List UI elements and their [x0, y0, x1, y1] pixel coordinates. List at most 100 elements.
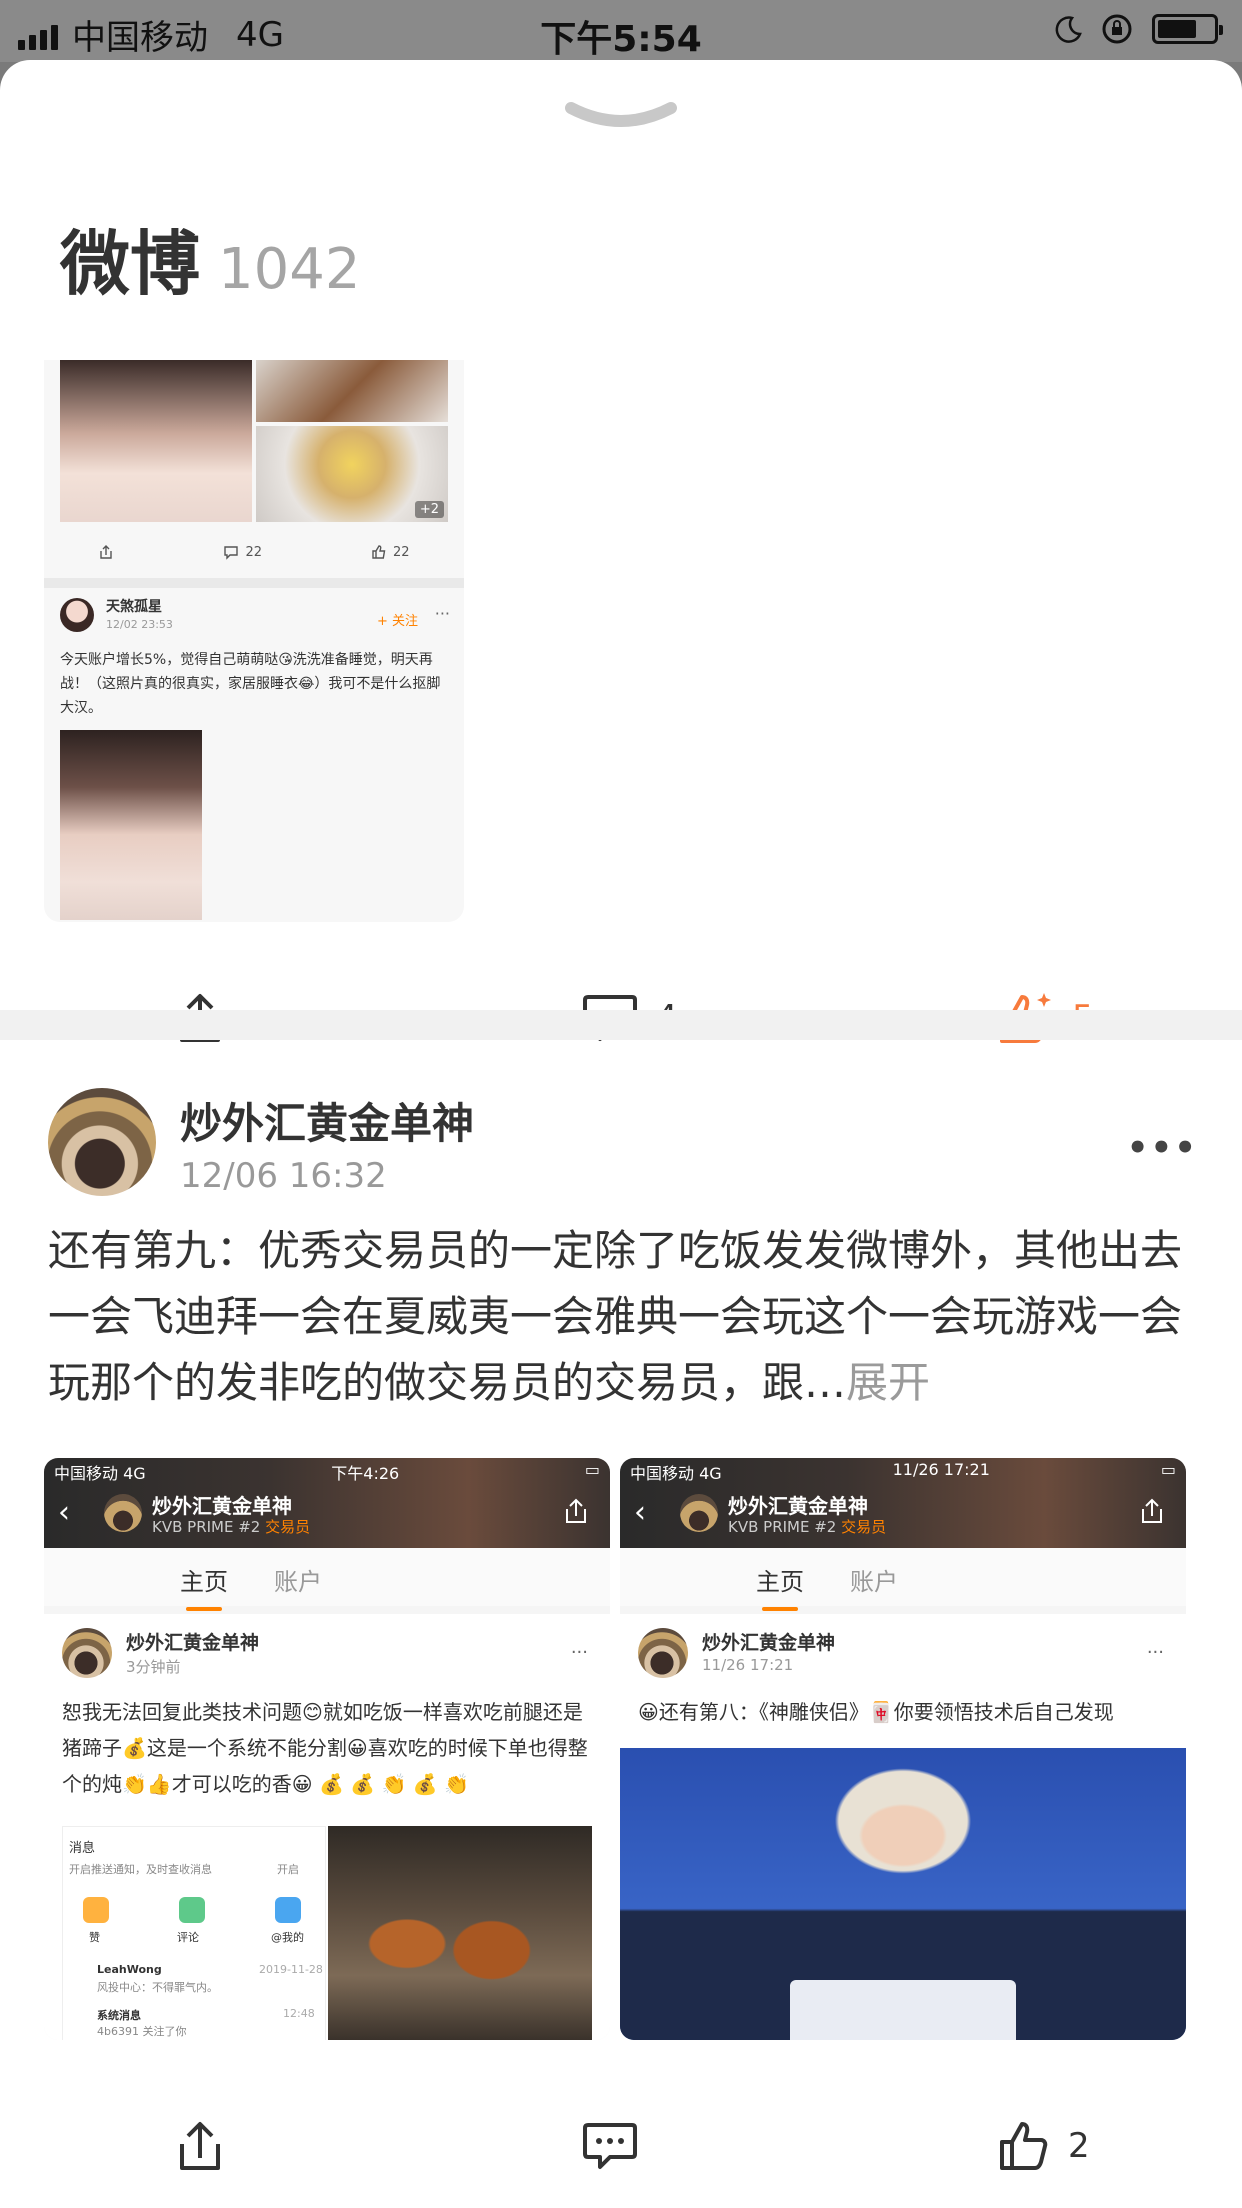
roast-duck-photo	[328, 1826, 592, 2040]
profile-header: 中国移动 4G 11/26 17:21 ▭ ‹ 炒外汇黄金单神 KVB PRIM…	[620, 1458, 1186, 1548]
battery-icon: ▭	[1160, 1460, 1176, 1479]
food-photo	[256, 360, 448, 422]
profile-sub: KVB PRIME #2 交易员	[728, 1518, 887, 1536]
feed-divider	[0, 1010, 1242, 1040]
carrier-label: 中国移动 4G	[54, 1464, 146, 1483]
share-icon	[566, 1498, 586, 1523]
post-body: 还有第九：优秀交易员的一定除了吃饭发发微博外，其他出去一会飞迪拜一会在夏威夷一会…	[48, 1226, 1183, 1407]
messages-like: 赞	[89, 1931, 100, 1944]
share-button[interactable]	[176, 2096, 224, 2196]
carrier-label: 中国移动 4G	[630, 1464, 722, 1483]
moon-icon	[1055, 16, 1082, 43]
tab-account: 账户	[850, 1568, 898, 1596]
clock: 下午4:26	[331, 1464, 400, 1483]
card-text: 恕我无法回复此类技术问题😊就如吃饭一样喜欢吃前腿还是猪蹄子💰这是一个系统不能分割…	[62, 1700, 588, 1796]
mini-text: 今天账户增长5%，觉得自己萌萌哒😘洗洗准备睡觉，明天再战！（这照片真的很真实，家…	[60, 652, 441, 716]
card-time: 3分钟前	[126, 1658, 181, 1676]
mini-share	[98, 544, 114, 560]
sheet-title-label: 微博	[60, 223, 200, 305]
collapse-chevron-icon[interactable]	[565, 100, 677, 136]
comment-button[interactable]	[582, 2096, 656, 2196]
avatar	[104, 1494, 142, 1532]
avatar	[60, 598, 94, 632]
selfie-photo	[60, 730, 202, 920]
messages-system-time: 12:48	[283, 2007, 315, 2020]
messages-user-text: 风投中心：不得罪气内。	[97, 1981, 218, 1994]
clock: 11/26 17:21	[892, 1460, 990, 1479]
more-options-button[interactable]: •••	[1127, 1128, 1198, 1168]
sheet-title: 微博 1042	[60, 208, 361, 309]
post-image-1[interactable]: 中国移动 4G 下午4:26 ▭ ‹ 炒外汇黄金单神 KVB PRIME #2 …	[44, 1458, 610, 2040]
action-bar: 2	[0, 2096, 1242, 2196]
avatar	[62, 1628, 112, 1678]
weibo-sheet: 微博 1042 +2 22 22 天煞孤星 12/02 23:53 + 关注 ·…	[0, 60, 1242, 2208]
food-photo: +2	[256, 426, 448, 522]
divider	[44, 578, 464, 588]
messages-notice: 开启推送通知，及时查收消息	[69, 1863, 212, 1876]
card-author: 炒外汇黄金单神	[126, 1632, 260, 1654]
status-bar: 中国移动 4G 下午5:54	[0, 0, 1242, 62]
orientation-lock-icon	[1102, 14, 1132, 44]
messages-at: @我的	[271, 1931, 304, 1944]
post-author[interactable]: 炒外汇黄金单神	[180, 1090, 474, 1151]
comment-icon	[583, 2123, 637, 2169]
messages-title: 消息	[69, 1841, 96, 1856]
battery-icon: ▭	[584, 1460, 600, 1479]
tab-home: 主页	[756, 1562, 804, 1611]
card-more: ···	[1146, 1642, 1164, 1663]
like-button[interactable]: 2	[998, 2096, 1090, 2196]
press-photo	[620, 1748, 1186, 2040]
post-time: 12/06 16:32	[180, 1156, 387, 1196]
thumbs-up-icon	[1000, 2122, 1048, 2170]
more-photos-badge: +2	[414, 501, 444, 518]
tab-account: 账户	[274, 1568, 322, 1596]
back-arrow-icon: ‹	[634, 1495, 646, 1530]
embedded-screenshot[interactable]: +2 22 22 天煞孤星 12/02 23:53 + 关注 ··· 今天账户增…	[44, 360, 464, 922]
post-card: 炒外汇黄金单神 3分钟前 ··· 恕我无法回复此类技术问题😊就如吃饭一样喜欢吃前…	[44, 1614, 610, 2040]
post-image-2[interactable]: 中国移动 4G 11/26 17:21 ▭ ‹ 炒外汇黄金单神 KVB PRIM…	[620, 1458, 1186, 2040]
profile-sub: KVB PRIME #2 交易员	[152, 1518, 311, 1536]
mini-follow: + 关注	[376, 614, 418, 629]
messages-system-text: 4b6391 关注了你	[97, 2025, 187, 2038]
avatar	[680, 1494, 718, 1532]
sheet-count: 1042	[218, 237, 361, 302]
card-time: 11/26 17:21	[702, 1656, 794, 1674]
messages-user: LeahWong	[97, 1963, 162, 1976]
mini-more: ···	[434, 604, 450, 623]
mini-comments: 22	[223, 544, 262, 560]
profile-header: 中国移动 4G 下午4:26 ▭ ‹ 炒外汇黄金单神 KVB PRIME #2 …	[44, 1458, 610, 1548]
card-author: 炒外汇黄金单神	[702, 1632, 836, 1654]
profile-name: 炒外汇黄金单神	[152, 1494, 292, 1518]
mini-author: 天煞孤星	[106, 599, 162, 615]
selfie-photo	[60, 360, 252, 522]
profile-tabs: 主页 账户	[620, 1548, 1186, 1611]
mini-action-bar: 22 22	[44, 530, 464, 574]
podium	[790, 1980, 1016, 2040]
battery-icon	[1152, 14, 1223, 44]
expand-link[interactable]: 展开	[846, 1358, 930, 1407]
post-text: 还有第九：优秀交易员的一定除了吃饭发发微博外，其他出去一会飞迪拜一会在夏威夷一会…	[48, 1218, 1198, 1416]
messages-comment: 评论	[177, 1931, 199, 1944]
like-count: 2	[1068, 2126, 1090, 2166]
card-more: ···	[570, 1642, 588, 1663]
share-icon	[100, 545, 113, 559]
mini-likes: 22	[371, 544, 410, 560]
card-text: 😀还有第八：《神雕侠侣》🀄你要领悟技术后自己发现	[638, 1700, 1114, 1724]
profile-tabs: 主页 账户	[44, 1548, 610, 1611]
thumbs-up-icon	[372, 545, 386, 559]
messages-open: 开启	[277, 1863, 299, 1876]
at-tile-icon	[275, 1897, 301, 1923]
avatar	[638, 1628, 688, 1678]
share-icon	[1142, 1498, 1162, 1523]
post-card: 炒外汇黄金单神 11/26 17:21 ··· 😀还有第八：《神雕侠侣》🀄你要领…	[620, 1614, 1186, 1750]
comment-icon	[224, 546, 239, 560]
share-icon	[180, 2122, 220, 2170]
profile-name: 炒外汇黄金单神	[728, 1494, 868, 1518]
messages-screenshot: 消息 开启推送通知，及时查收消息 开启 赞 评论 @我的 LeahWong 20…	[62, 1826, 326, 2040]
mini-time: 12/02 23:53	[106, 618, 173, 631]
comment-tile-icon	[179, 1897, 205, 1923]
back-arrow-icon: ‹	[58, 1495, 70, 1530]
messages-user-date: 2019-11-28	[259, 1963, 323, 1976]
messages-system: 系统消息	[97, 2009, 141, 2022]
avatar[interactable]	[48, 1088, 156, 1196]
